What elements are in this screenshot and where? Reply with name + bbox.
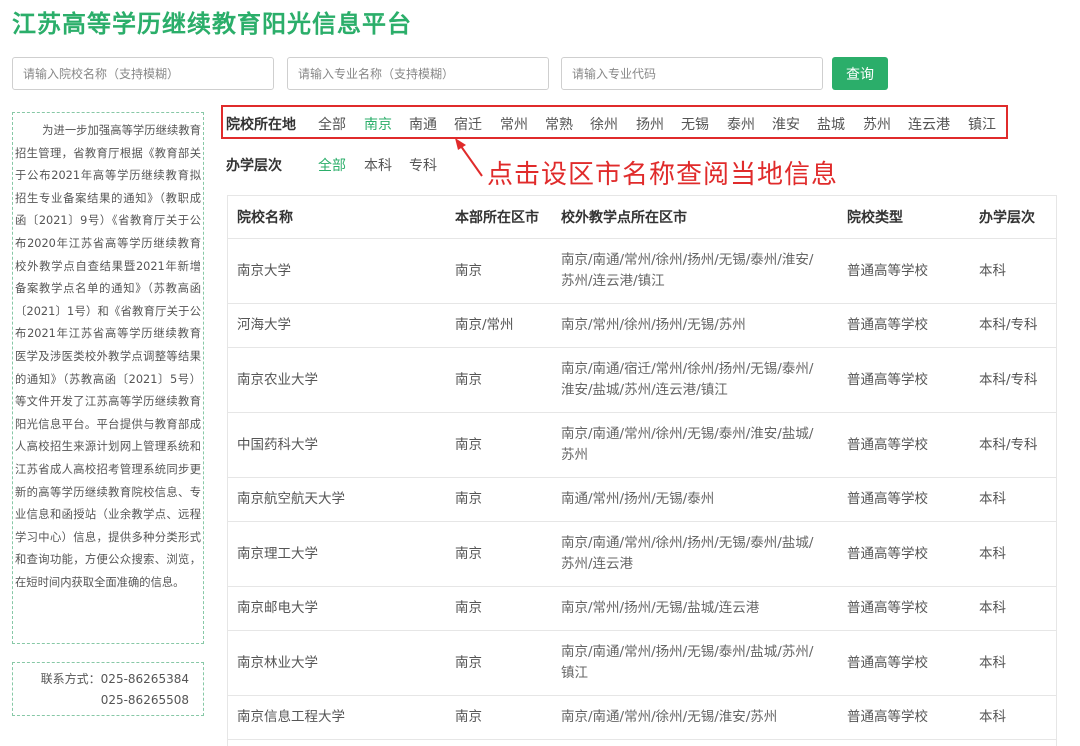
- table-row[interactable]: 河海大学 南京/常州 南京/常州/徐州/扬州/无锡/苏州 普通高等学校 本科/专科: [228, 303, 1056, 348]
- school-name-cell: 中国药科大学: [228, 412, 446, 478]
- region-option[interactable]: 南通: [409, 114, 437, 134]
- education-level-cell: 本科: [970, 238, 1056, 304]
- education-level-cell: 本科: [970, 695, 1056, 740]
- region-option[interactable]: 连云港: [908, 114, 950, 134]
- offsite-locations-cell: 南京/南通/常州/徐州/无锡/泰州/淮安/盐城/苏州: [552, 412, 838, 478]
- school-type-cell: 普通高等学校: [838, 521, 970, 587]
- education-level-cell: 本科: [970, 586, 1056, 631]
- main-campus-cell: 南京: [446, 477, 552, 522]
- education-level-cell: 本科: [970, 477, 1056, 522]
- offsite-locations-cell: 南京/常州/扬州/无锡/盐城/连云港: [552, 586, 838, 631]
- level-option[interactable]: 全部: [318, 155, 346, 175]
- table-row[interactable]: 南京林业大学 南京 南京/南通/常州/扬州/无锡/泰州/盐城/苏州/镇江 普通高等学校…: [228, 630, 1056, 696]
- offsite-locations-cell: 南京/南通/常州/徐州/扬州/无锡/泰州/淮安/苏州/连云港/镇江: [552, 238, 838, 304]
- level-filter-label: 办学层次: [226, 158, 282, 174]
- school-name-cell: 南京邮电大学: [228, 586, 446, 631]
- main-campus-cell: 南京: [446, 412, 552, 478]
- region-option[interactable]: 全部: [318, 114, 346, 134]
- intro-text: 为进一步加强高等学历继续教育招生管理，省教育厅根据《教育部关于公布2021年高等…: [15, 124, 201, 589]
- school-name-cell: 河海大学: [228, 303, 446, 348]
- level-option[interactable]: 专科: [409, 155, 437, 175]
- school-type-cell: 普通高等学校: [838, 412, 970, 478]
- offsite-locations-cell: 南京/南通/常州/徐州/无锡/淮安/苏州: [552, 695, 838, 740]
- annotation-text: 点击设区市名称查阅当地信息: [487, 160, 839, 190]
- table-row[interactable]: 南京邮电大学 南京 南京/常州/扬州/无锡/盐城/连云港 普通高等学校 本科: [228, 586, 1056, 631]
- education-level-cell: 本科/专科: [970, 347, 1056, 413]
- education-level-cell: 本科/专科: [970, 412, 1056, 478]
- education-level-cell: 本科: [970, 521, 1056, 587]
- region-option[interactable]: 常熟: [545, 114, 573, 134]
- region-option[interactable]: 南京: [364, 114, 392, 134]
- main-campus-cell: 南京: [446, 586, 552, 631]
- main-campus-cell: 南京: [446, 238, 552, 304]
- school-name-cell: 南京信息工程大学: [228, 695, 446, 740]
- table-row[interactable]: 南京农业大学 南京 南京/南通/宿迁/常州/徐州/扬州/无锡/泰州/淮安/盐城/苏州…: [228, 347, 1056, 413]
- education-level-cell: 本科/专科: [970, 303, 1056, 348]
- offsite-locations-cell: 南京/南通/宿迁/常州/徐州/扬州/无锡/泰州/淮安/盐城/苏州/连云港/镇江: [552, 347, 838, 413]
- school-table: 院校名称 本部所在区市 校外教学点所在区市 院校类型 办学层次 南京大学 南京 南京…: [228, 196, 1056, 740]
- main-campus-cell: 南京: [446, 347, 552, 413]
- school-type-cell: 普通高等学校: [838, 695, 970, 740]
- table-header-row: 院校名称 本部所在区市 校外教学点所在区市 院校类型 办学层次: [228, 196, 1056, 239]
- offsite-locations-cell: 南通/常州/扬州/无锡/泰州: [552, 477, 838, 522]
- header-education-level: 办学层次: [970, 196, 1056, 239]
- region-filter-label: 院校所在地: [226, 117, 296, 133]
- region-option[interactable]: 淮安: [772, 114, 800, 134]
- region-option[interactable]: 常州: [500, 114, 528, 134]
- offsite-locations-cell: 南京/南通/常州/徐州/扬州/无锡/泰州/盐城/苏州/连云港: [552, 521, 838, 587]
- school-name-cell: 南京理工大学: [228, 521, 446, 587]
- education-level-cell: 本科: [970, 630, 1056, 696]
- level-option[interactable]: 本科: [364, 155, 392, 175]
- major-search-input[interactable]: [287, 57, 549, 90]
- table-row[interactable]: 南京信息工程大学 南京 南京/南通/常州/徐州/无锡/淮安/苏州 普通高等学校 本科: [228, 695, 1056, 740]
- page-title: 江苏高等学历继续教育阳光信息平台: [12, 10, 412, 38]
- intro-panel: 为进一步加强高等学历继续教育招生管理，省教育厅根据《教育部关于公布2021年高等…: [12, 112, 204, 644]
- school-type-cell: 普通高等学校: [838, 347, 970, 413]
- region-option[interactable]: 盐城: [817, 114, 845, 134]
- major-code-input[interactable]: [561, 57, 823, 90]
- region-option[interactable]: 泰州: [727, 114, 755, 134]
- school-type-cell: 普通高等学校: [838, 303, 970, 348]
- table-row[interactable]: 南京理工大学 南京 南京/南通/常州/徐州/扬州/无锡/泰州/盐城/苏州/连云港 普通…: [228, 521, 1056, 587]
- school-type-cell: 普通高等学校: [838, 238, 970, 304]
- main-campus-cell: 南京/常州: [446, 303, 552, 348]
- main-campus-cell: 南京: [446, 695, 552, 740]
- region-option[interactable]: 宿迁: [454, 114, 482, 134]
- header-main-campus: 本部所在区市: [446, 196, 552, 239]
- contact-phone-1: 联系方式：025-86265384: [40, 672, 189, 686]
- region-option[interactable]: 扬州: [636, 114, 664, 134]
- school-search-input[interactable]: [12, 57, 274, 90]
- school-name-cell: 南京大学: [228, 238, 446, 304]
- school-table-container: 院校名称 本部所在区市 校外教学点所在区市 院校类型 办学层次 南京大学 南京 南京…: [227, 195, 1057, 746]
- school-name-cell: 南京航空航天大学: [228, 477, 446, 522]
- school-name-cell: 南京林业大学: [228, 630, 446, 696]
- school-type-cell: 普通高等学校: [838, 586, 970, 631]
- header-offsite-locations: 校外教学点所在区市: [552, 196, 838, 239]
- contact-panel: 联系方式：025-86265384 025-86265508: [12, 662, 204, 716]
- table-row[interactable]: 南京大学 南京 南京/南通/常州/徐州/扬州/无锡/泰州/淮安/苏州/连云港/镇江普…: [228, 238, 1056, 304]
- main-campus-cell: 南京: [446, 630, 552, 696]
- contact-phone-2: 025-86265508: [100, 693, 189, 707]
- school-type-cell: 普通高等学校: [838, 477, 970, 522]
- region-option[interactable]: 无锡: [681, 114, 709, 134]
- search-button[interactable]: 查询: [832, 57, 888, 90]
- table-row[interactable]: 南京航空航天大学 南京 南通/常州/扬州/无锡/泰州 普通高等学校 本科: [228, 477, 1056, 522]
- offsite-locations-cell: 南京/南通/常州/扬州/无锡/泰州/盐城/苏州/镇江: [552, 630, 838, 696]
- table-row[interactable]: 中国药科大学 南京 南京/南通/常州/徐州/无锡/泰州/淮安/盐城/苏州 普通高等学校…: [228, 412, 1056, 478]
- header-school-type: 院校类型: [838, 196, 970, 239]
- region-option[interactable]: 徐州: [590, 114, 618, 134]
- region-option[interactable]: 镇江: [968, 114, 996, 134]
- annotation-arrow-icon: [455, 138, 483, 177]
- offsite-locations-cell: 南京/常州/徐州/扬州/无锡/苏州: [552, 303, 838, 348]
- main-campus-cell: 南京: [446, 521, 552, 587]
- school-name-cell: 南京农业大学: [228, 347, 446, 413]
- region-option[interactable]: 苏州: [863, 114, 891, 134]
- header-school-name: 院校名称: [228, 196, 446, 239]
- school-type-cell: 普通高等学校: [838, 630, 970, 696]
